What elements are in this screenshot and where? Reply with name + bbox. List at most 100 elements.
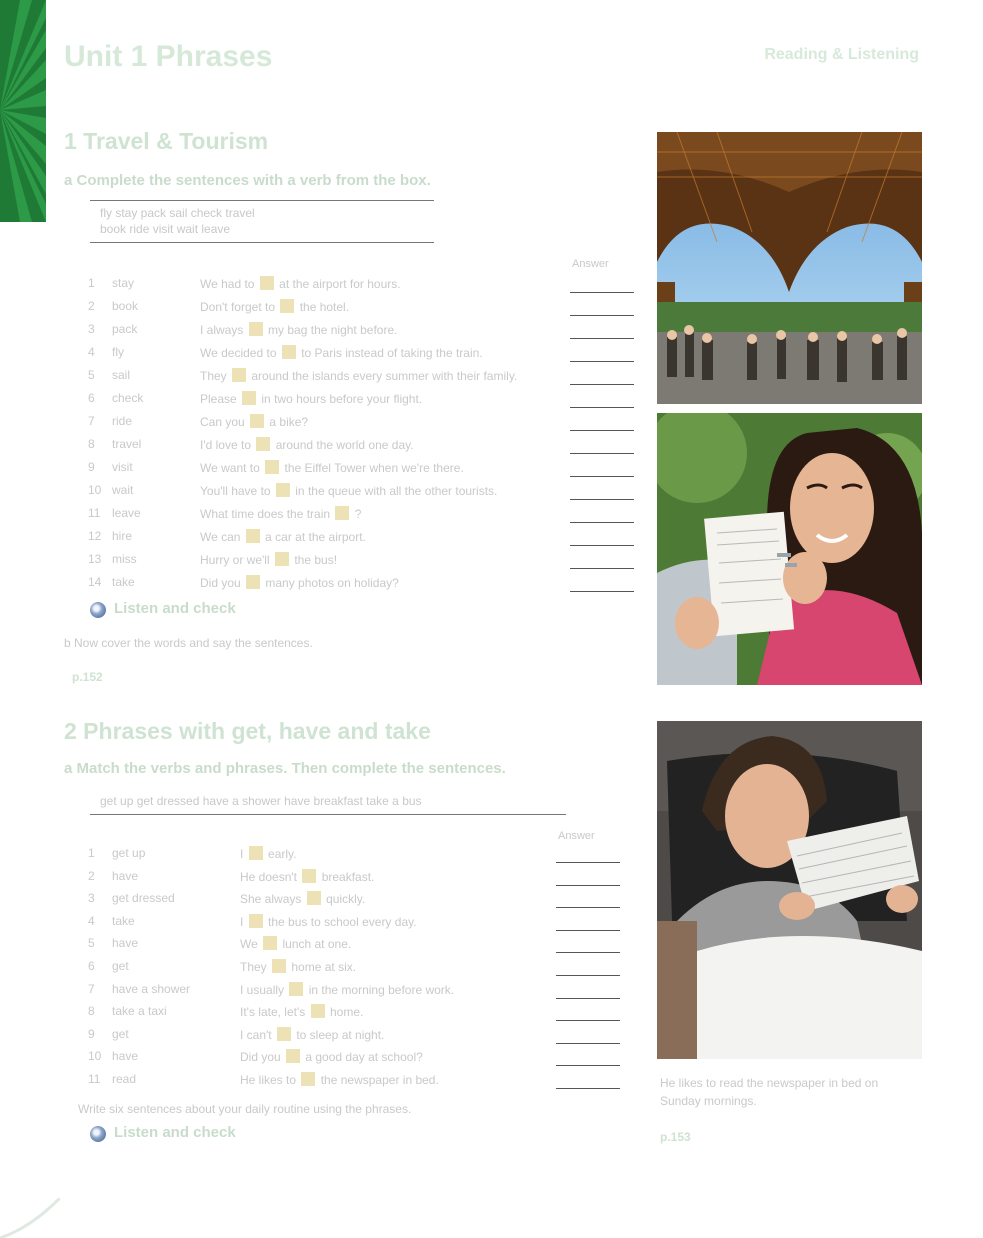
row-word: visit	[112, 460, 133, 474]
answer-gap[interactable]	[281, 345, 296, 359]
answer-line[interactable]	[570, 545, 634, 546]
row-sentence: She always quickly.	[240, 891, 365, 906]
answer-gap[interactable]	[310, 1004, 325, 1019]
answer-line[interactable]	[556, 1042, 620, 1044]
row-number: 8	[88, 1004, 95, 1019]
answer-line[interactable]	[570, 292, 634, 293]
answer-gap[interactable]	[250, 414, 265, 428]
answer-gap[interactable]	[280, 299, 295, 313]
sentence-after: to sleep at night.	[296, 1027, 385, 1042]
answer-gap[interactable]	[263, 936, 278, 951]
box-top-rule	[90, 200, 434, 201]
sentence-after: lunch at one.	[282, 937, 352, 952]
answer-gap[interactable]	[259, 276, 274, 290]
cd-icon[interactable]	[90, 602, 106, 618]
exercise-row: 6 check Please in two hours before your fl…	[88, 391, 558, 413]
sentence-after: the bus to school every day.	[268, 914, 417, 929]
answer-line[interactable]	[570, 430, 634, 431]
row-sentence: He likes to the newspaper in bed.	[240, 1072, 439, 1087]
row-sentence: Don't forget to the hotel.	[200, 299, 349, 314]
answer-gap[interactable]	[246, 575, 261, 589]
exercise-row: 11 read He likes to the newspaper in bed.	[88, 1072, 548, 1094]
exercise-row: 7 have a shower I usually in the morning b…	[88, 981, 548, 1004]
answer-line[interactable]	[570, 591, 634, 592]
cd-icon[interactable]	[90, 1126, 106, 1142]
answer-gap[interactable]	[335, 506, 350, 520]
answer-gap[interactable]	[242, 391, 257, 405]
answer-line[interactable]	[570, 338, 634, 339]
answer-line[interactable]	[570, 499, 634, 500]
answer-gap[interactable]	[286, 1049, 301, 1064]
answer-line[interactable]	[570, 522, 634, 523]
sentence-before: She always	[240, 892, 302, 907]
sentence-after: breakfast.	[321, 869, 375, 884]
exercise-row: 7 ride Can you a bike?	[88, 414, 558, 436]
row-number: 7	[88, 414, 95, 428]
answer-gap[interactable]	[275, 483, 290, 497]
answer-gap[interactable]	[245, 529, 260, 543]
answer-gap[interactable]	[232, 368, 247, 382]
answer-gap[interactable]	[265, 460, 280, 474]
corner-swoosh	[0, 1198, 60, 1238]
answer-line[interactable]	[570, 453, 634, 454]
exercise-row: 1 stay We had to at the airport for hours.	[88, 276, 558, 298]
row-sentence: Please in two hours before your flight.	[200, 391, 422, 406]
answer-line[interactable]	[556, 884, 620, 886]
answer-line[interactable]	[570, 476, 634, 477]
box-2-rule	[90, 814, 566, 815]
row-number: 4	[88, 345, 95, 359]
exercise-row: 8 travel I'd love to around the world one …	[88, 437, 558, 459]
answer-line[interactable]	[556, 1065, 620, 1067]
answer-gap[interactable]	[272, 959, 287, 973]
answer-line[interactable]	[570, 384, 634, 385]
sentence-after: in two hours before your flight.	[261, 392, 423, 406]
eiffel-tower-photo	[657, 132, 922, 404]
exercise-row: 3 get dressed She always quickly.	[88, 891, 548, 913]
answer-line[interactable]	[556, 975, 620, 976]
answer-line[interactable]	[556, 1020, 620, 1022]
sentence-before: Did you	[240, 1050, 281, 1065]
row-number: 10	[88, 1049, 102, 1064]
unit-title: Unit 1 Phrases	[64, 40, 273, 73]
answer-gap[interactable]	[256, 437, 271, 451]
answer-gap[interactable]	[248, 913, 263, 928]
row-word: check	[112, 391, 144, 405]
answer-line[interactable]	[570, 315, 634, 316]
answer-gap[interactable]	[301, 1072, 316, 1086]
answer-line[interactable]	[556, 862, 620, 863]
answer-line[interactable]	[570, 361, 634, 362]
answer-gap[interactable]	[302, 868, 317, 883]
row-sentence: I early.	[240, 846, 296, 861]
exercise-row: 10 have Did you a good day at school?	[88, 1049, 548, 1071]
sentence-before: I can't	[240, 1027, 272, 1042]
row-word: get	[112, 959, 129, 973]
answer-gap[interactable]	[306, 891, 321, 906]
answer-line[interactable]	[556, 907, 620, 909]
row-number: 8	[88, 437, 95, 451]
sentence-before: We decided to	[200, 346, 277, 360]
answer-gap[interactable]	[274, 552, 289, 566]
answer-line[interactable]	[570, 407, 634, 408]
exercise-row: 10 wait You'll have to in the queue with a…	[88, 483, 558, 505]
row-number: 5	[88, 368, 95, 382]
answer-gap[interactable]	[248, 846, 263, 860]
row-sentence: He doesn't breakfast.	[240, 868, 375, 884]
row-sentence: I can't to sleep at night.	[240, 1026, 385, 1042]
answer-line[interactable]	[570, 568, 634, 569]
row-number: 3	[88, 322, 95, 336]
sentence-before: Can you	[200, 415, 245, 429]
answer-line[interactable]	[556, 997, 620, 999]
answer-line[interactable]	[556, 929, 620, 931]
answer-gap[interactable]	[289, 981, 304, 996]
answer-line[interactable]	[556, 952, 620, 954]
sentence-before: We want to	[200, 461, 260, 475]
answer-gap[interactable]	[248, 322, 263, 336]
sentence-after: a bike?	[269, 415, 309, 429]
girl-with-keys-photo	[657, 413, 922, 685]
photo-sublabel: p.153	[660, 1130, 691, 1144]
answer-gap[interactable]	[276, 1026, 291, 1041]
sentence-after: the bus!	[294, 553, 338, 567]
sentence-before: I	[240, 847, 244, 861]
row-sentence: We want to the Eiffel Tower when we're t…	[200, 460, 464, 475]
answer-line[interactable]	[556, 1088, 620, 1089]
